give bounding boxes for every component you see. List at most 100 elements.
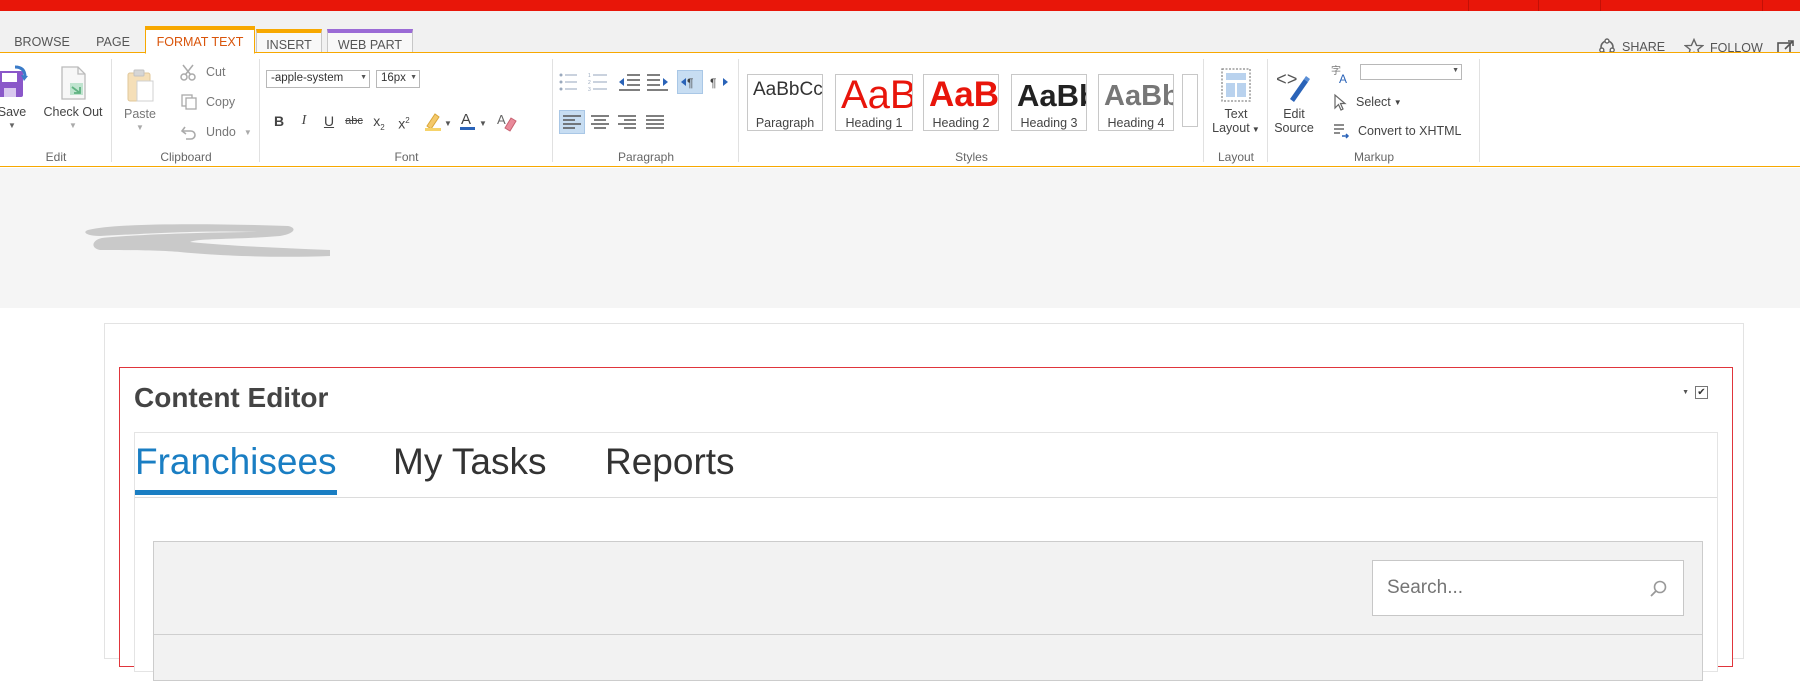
svg-text:▼: ▼	[444, 119, 452, 128]
ltr-button[interactable]: ¶	[677, 70, 703, 94]
text-layout-button[interactable]: Text Layout ▼	[1206, 67, 1266, 137]
italic-button[interactable]: I	[293, 110, 315, 132]
style-name: Heading 3	[1012, 116, 1086, 130]
tab-franchisees[interactable]: Franchisees	[135, 441, 337, 495]
undo-label: Undo	[206, 125, 236, 139]
underline-button[interactable]: U	[318, 110, 340, 132]
convert-xhtml-button[interactable]: Convert to XHTML	[1332, 122, 1462, 140]
save-button[interactable]: Save ▼	[0, 65, 32, 133]
bulleted-list-icon[interactable]: 123	[557, 71, 611, 93]
layout-group: Text Layout ▼ Layout	[1204, 53, 1268, 166]
style-heading-4[interactable]: AaBb Heading 4	[1098, 74, 1174, 131]
suite-bar-divider	[1538, 0, 1539, 11]
tab-reports[interactable]: Reports	[605, 441, 735, 483]
text-layout-label-2: Layout	[1212, 121, 1250, 135]
language-select[interactable]: ▼	[1360, 64, 1462, 80]
check-out-button[interactable]: Check Out ▼	[38, 65, 108, 133]
font-family-value: -apple-system	[271, 72, 344, 84]
layout-group-label: Layout	[1217, 150, 1255, 164]
copy-label: Copy	[206, 95, 236, 109]
webpart-menu-icon[interactable]: ▼	[1682, 389, 1689, 396]
align-right-icon[interactable]	[615, 111, 639, 133]
strikethrough-button[interactable]: abc	[343, 110, 365, 132]
style-sample: AaBb	[1017, 78, 1086, 113]
paste-button[interactable]: Paste ▼	[118, 67, 162, 135]
language-icon: 字A	[1331, 64, 1347, 85]
style-sample: AaBb	[841, 74, 912, 117]
highlight-color-button[interactable]: ▼	[423, 110, 453, 132]
align-center-icon[interactable]	[588, 111, 612, 133]
convert-icon	[1334, 124, 1350, 139]
cut-button[interactable]: Cut	[180, 63, 225, 81]
clipboard-group-label: Clipboard	[160, 150, 212, 164]
font-size-select[interactable]: 16px ▼	[376, 70, 420, 88]
svg-text:2: 2	[588, 80, 591, 86]
undo-icon	[180, 126, 196, 140]
right-to-left-icon[interactable]: ¶	[707, 71, 731, 93]
style-heading-2[interactable]: AaBb Heading 2	[923, 74, 999, 131]
style-sample: AaBb	[1104, 80, 1174, 112]
styles-group: AaBbCcDc Paragraph AaBb Heading 1 AaBb H…	[739, 53, 1204, 166]
svg-text:<>: <>	[1276, 71, 1298, 91]
style-name: Paragraph	[755, 116, 815, 130]
left-to-right-icon: ¶	[681, 76, 693, 90]
convert-label: Convert to XHTML	[1358, 124, 1462, 138]
paragraph-group-label: Paragraph	[617, 150, 675, 164]
tab-page[interactable]: PAGE	[86, 30, 140, 53]
tab-format-text[interactable]: FORMAT TEXT	[145, 26, 255, 54]
svg-text:1: 1	[588, 73, 591, 79]
franchisees-grid	[153, 541, 1703, 681]
text-layout-icon	[1221, 68, 1251, 102]
webpart-select-checkbox[interactable]: ✔	[1695, 386, 1708, 399]
check-out-icon	[61, 66, 86, 100]
chevron-down-icon: ▼	[1452, 67, 1459, 74]
svg-text:3: 3	[588, 87, 591, 93]
undo-dropdown-icon[interactable]: ▼	[244, 128, 252, 137]
copy-button[interactable]: Copy	[180, 93, 235, 111]
bold-button[interactable]: B	[268, 110, 290, 132]
font-group: -apple-system ▼ 16px ▼ B I U abc x2 x2 ▼…	[260, 53, 553, 166]
grid-header-divider	[154, 634, 1702, 635]
search-input[interactable]	[1387, 577, 1637, 599]
edit-source-button[interactable]: <> Edit Source	[1270, 65, 1318, 135]
markup-group: <> Edit Source 字A ▼ Select ▼ Convert to X…	[1268, 53, 1480, 166]
justify-icon[interactable]	[643, 111, 667, 133]
paste-label: Paste	[124, 107, 156, 121]
style-heading-1[interactable]: AaBb Heading 1	[835, 74, 913, 131]
eraser-icon: A	[497, 112, 517, 132]
webpart-body: Franchisees My Tasks Reports	[134, 432, 1718, 681]
undo-button[interactable]: Undo ▼	[180, 123, 252, 141]
edit-group: Save ▼ Check Out ▼ Edit	[0, 53, 112, 166]
tab-browse[interactable]: BROWSE	[8, 30, 76, 53]
tab-web-part[interactable]: WEB PART	[327, 29, 413, 53]
outdent-icon[interactable]	[617, 71, 669, 93]
font-family-select[interactable]: -apple-system ▼	[266, 70, 370, 88]
search-box[interactable]	[1372, 560, 1684, 616]
styles-scroll-button[interactable]	[1182, 74, 1198, 127]
clear-format-button[interactable]: A	[496, 110, 518, 132]
content-tabs: Franchisees My Tasks Reports	[135, 433, 1717, 498]
select-button[interactable]: Select ▼	[1332, 93, 1402, 111]
suite-bar	[0, 0, 1800, 11]
ribbon-tab-row: BROWSE PAGE FORMAT TEXT INSERT WEB PART …	[0, 11, 1800, 58]
tab-my-tasks[interactable]: My Tasks	[393, 441, 547, 483]
font-color-button[interactable]: A ▼	[458, 110, 488, 132]
superscript-button[interactable]: x2	[393, 110, 415, 132]
styles-group-label: Styles	[955, 150, 988, 164]
style-heading-3[interactable]: AaBb Heading 3	[1011, 74, 1087, 131]
webpart-controls: ▼ ✔	[1682, 386, 1708, 399]
font-size-value: 16px	[381, 72, 406, 84]
select-label: Select	[1356, 95, 1391, 109]
highlighter-icon: ▼	[425, 113, 452, 131]
svg-text:A: A	[461, 111, 471, 128]
suite-bar-divider	[1762, 0, 1763, 11]
tab-insert[interactable]: INSERT	[256, 29, 322, 53]
align-left-button[interactable]	[559, 110, 585, 134]
style-paragraph[interactable]: AaBbCcDc Paragraph	[747, 74, 823, 131]
style-name: Heading 2	[924, 116, 998, 130]
subscript-button[interactable]: x2	[368, 110, 390, 132]
svg-text:A: A	[1339, 72, 1347, 85]
font-color-icon: A ▼	[460, 111, 487, 130]
search-icon[interactable]	[1649, 579, 1669, 599]
svg-text:A: A	[497, 112, 506, 127]
